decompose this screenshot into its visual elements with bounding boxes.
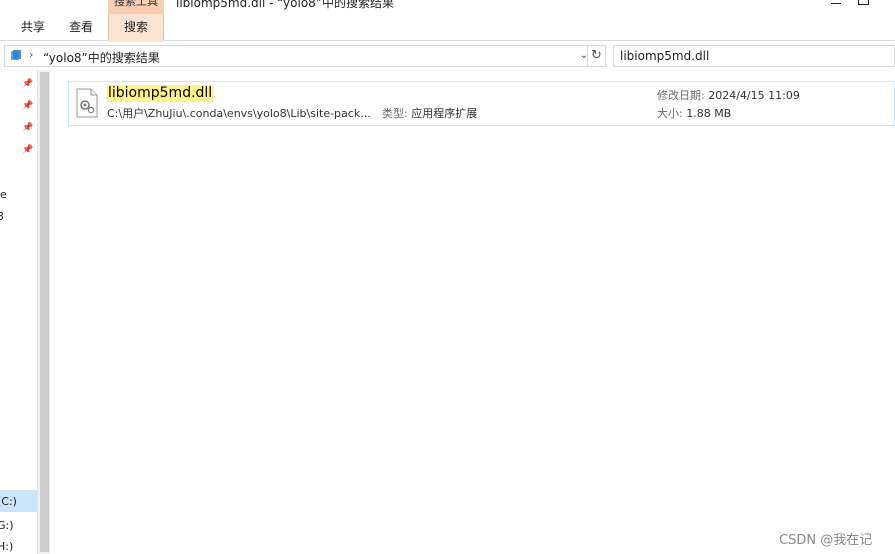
pin-icon[interactable]: 📌 <box>22 145 33 155</box>
file-type-label: 类型: <box>382 107 408 120</box>
watermark: CSDN @我在记 <box>779 533 873 548</box>
refresh-icon[interactable]: ↻ <box>588 45 606 67</box>
context-tab-group-label: 搜索工具 <box>114 0 158 8</box>
breadcrumb-path[interactable]: “yolo8”中的搜索结果 <box>43 49 160 66</box>
file-type: 类型: 应用程序扩展 <box>382 105 477 121</box>
search-input[interactable]: libiomp5md.dll <box>613 45 895 67</box>
list-item[interactable]: libiomp5md.dll C:\用户\ZhuJiu\.conda\envs\… <box>68 81 895 126</box>
scrollbar-thumb[interactable] <box>40 72 49 552</box>
file-path: C:\用户\ZhuJiu\.conda\envs\yolo8\Lib\site-… <box>107 107 371 120</box>
maximize-button[interactable] <box>858 0 870 6</box>
nav-item-drive-c[interactable]: (C:) <box>0 495 17 508</box>
file-size-label: 大小: <box>657 107 683 120</box>
context-tab-group: 搜索工具 <box>108 0 164 14</box>
nav-item[interactable]: le <box>0 188 7 201</box>
search-input-value: libiomp5md.dll <box>620 49 710 63</box>
modified-date-label: 修改日期: <box>657 89 705 102</box>
breadcrumb-separator: › <box>29 48 34 61</box>
nav-item-drive-h[interactable]: H:) <box>0 540 13 553</box>
tab-share[interactable]: 共享 <box>20 14 46 41</box>
pin-icon[interactable]: 📌 <box>22 101 33 111</box>
nav-scrollbar[interactable] <box>37 70 50 554</box>
pin-icon[interactable]: 📌 <box>22 123 33 133</box>
nav-item-drive-g[interactable]: G:) <box>0 519 14 532</box>
file-type-value: 应用程序扩展 <box>411 107 478 120</box>
nav-item[interactable]: 3 <box>0 210 4 223</box>
tab-search[interactable]: 搜索 <box>108 14 164 42</box>
search-results-folder-icon <box>11 50 21 60</box>
file-size: 大小: 1.88 MB <box>657 105 731 121</box>
tab-view[interactable]: 查看 <box>67 14 95 41</box>
ribbon-tabs: 共享 查看 搜索 <box>0 14 895 42</box>
minimize-button[interactable] <box>831 0 843 6</box>
file-name[interactable]: libiomp5md.dll <box>107 85 214 102</box>
file-size-value: 1.88 MB <box>686 107 732 120</box>
file-modified-date: 修改日期: 2024/4/15 11:09 <box>657 87 800 103</box>
pin-icon[interactable]: 📌 <box>22 79 33 89</box>
address-bar[interactable]: › “yolo8”中的搜索结果 ⌄ <box>4 45 588 67</box>
window-title: libiomp5md.dll - “yolo8”中的搜索结果 <box>176 0 395 10</box>
navigation-pane: 📌 📌 📌 📌 le 3 (C:) G:) H:) <box>0 70 37 554</box>
title-bar: 搜索工具 libiomp5md.dll - “yolo8”中的搜索结果 <box>0 0 895 14</box>
dll-file-icon <box>76 88 98 118</box>
address-row: › “yolo8”中的搜索结果 ⌄ ↻ libiomp5md.dll <box>0 42 895 70</box>
modified-date-value: 2024/4/15 11:09 <box>708 89 800 102</box>
